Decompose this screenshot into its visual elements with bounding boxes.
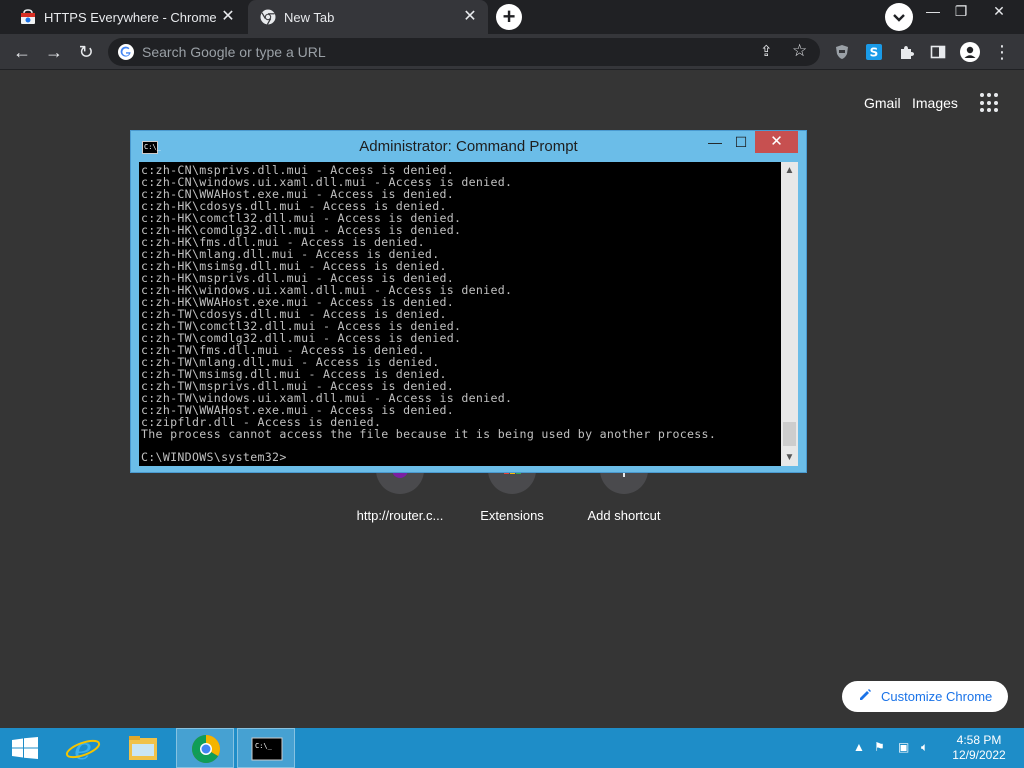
clock-date: 12/9/2022 [952,748,1006,762]
profile-avatar-icon[interactable] [960,42,980,62]
taskbar-internet-explorer[interactable]: e [54,728,112,768]
cmd-maximize-button[interactable]: ☐ [727,131,755,153]
tab-title: New Tab [284,10,335,25]
shortcut-label: Extensions [480,508,544,523]
gmail-link[interactable]: Gmail [864,95,901,111]
back-arrow-icon[interactable]: ← [10,40,34,64]
chrome-icon [260,9,276,25]
taskbar-clock[interactable]: 4:58 PM 12/9/2022 [946,733,1012,763]
google-icon [118,44,134,60]
tab-new-tab[interactable]: New Tab ✕ [248,0,488,34]
cmd-scrollbar[interactable]: ▲ ▼ [781,162,798,466]
restore-button[interactable]: ❐ [944,0,978,34]
taskbar-command-prompt[interactable]: C:\_ [237,728,295,768]
scroll-thumb[interactable] [783,422,796,446]
shortcut-label: http://router.c... [356,508,444,523]
network-icon[interactable]: ▣ [898,740,909,754]
action-center-flag-icon[interactable]: ⚑ [874,740,885,754]
windows-start-icon[interactable] [12,737,38,759]
svg-text:S: S [870,46,879,60]
scroll-down-icon[interactable]: ▼ [781,449,798,466]
tab-search-button[interactable] [885,3,913,31]
cmd-icon: C:\_ [251,737,283,761]
folder-icon [129,736,157,760]
s-extension-icon[interactable]: S [866,44,882,60]
web-store-icon [21,9,35,24]
tab-strip: HTTPS Everywhere - Chrome Web Store ✕ Ne… [0,0,1024,34]
new-tab-button[interactable]: + [496,4,522,30]
tab-title: HTTPS Everywhere - Chrome Web Store [44,10,216,25]
shortcut-label: Add shortcut [587,508,661,523]
bookmark-star-icon[interactable]: ☆ [792,41,807,61]
menu-kebab-icon[interactable]: ⋮ [990,40,1014,64]
cmd-minimize-button[interactable]: — [701,131,729,153]
taskbar-file-explorer[interactable] [114,728,172,768]
tab-close-icon[interactable]: ✕ [462,9,478,25]
tab-close-icon[interactable]: ✕ [220,9,236,25]
side-panel-icon[interactable] [930,44,946,60]
internet-explorer-icon: e [65,732,101,767]
chrome-icon [192,735,220,763]
console-line: The process cannot access the file becau… [141,427,717,441]
reload-icon[interactable]: ↻ [74,40,98,64]
tab-https-everywhere[interactable]: HTTPS Everywhere - Chrome Web Store ✕ [8,0,246,34]
pencil-icon [860,689,871,700]
address-placeholder: Search Google or type a URL [142,44,326,60]
command-prompt-window: C:\_ Administrator: Command Prompt — ☐ ✕… [130,130,807,473]
svg-text:e: e [74,732,92,767]
share-icon[interactable]: ⇪ [760,42,773,60]
cmd-titlebar[interactable]: C:\_ Administrator: Command Prompt — ☐ ✕ [131,131,806,162]
puzzle-extensions-icon[interactable] [898,44,914,60]
customize-label: Customize Chrome [881,689,993,704]
cmd-close-button[interactable]: ✕ [755,131,798,153]
google-apps-icon[interactable] [980,93,1000,113]
show-hidden-icons-icon[interactable]: ▲ [853,740,865,754]
toolbar: ← → ↻ Search Google or type a URL ⇪ ☆ S … [0,34,1024,70]
svg-text:C:\_: C:\_ [255,742,273,750]
console-output[interactable]: c:zh-CN\msprivs.dll.mui - Access is deni… [139,162,781,466]
volume-icon[interactable]: 🔈︎ [921,740,928,755]
clock-time: 4:58 PM [956,733,1002,747]
forward-arrow-icon[interactable]: → [42,40,66,64]
address-bar[interactable]: Search Google or type a URL ⇪ ☆ [108,38,820,66]
customize-chrome-button[interactable]: Customize Chrome [842,681,1008,712]
images-link[interactable]: Images [912,95,958,111]
console-prompt: C:\WINDOWS\system32> [141,450,287,464]
taskbar-chrome[interactable] [176,728,234,768]
ublock-extension-icon[interactable] [834,44,850,60]
chevron-down-icon [893,14,905,22]
close-window-button[interactable]: ✕ [982,0,1016,34]
console-lines: c:zh-CN\msprivs.dll.mui - Access is deni… [139,164,716,440]
scroll-up-icon[interactable]: ▲ [781,162,798,179]
taskbar: e C:\_ ▲ ⚑ ▣ 🔈︎ 4:58 PM 12/9/2022 [0,728,1024,768]
